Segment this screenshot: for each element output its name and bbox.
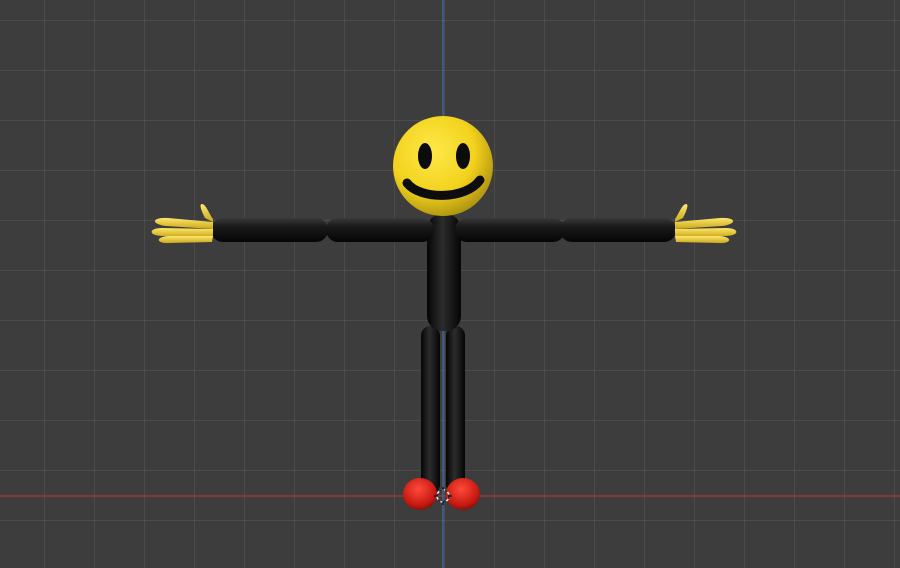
right-hand[interactable] <box>675 204 737 244</box>
right-upper-arm[interactable] <box>455 218 565 242</box>
left-hand[interactable] <box>151 204 213 244</box>
3d-viewport[interactable] <box>0 0 900 568</box>
left-forearm[interactable] <box>211 218 328 242</box>
smiley-face-icon[interactable] <box>393 116 493 216</box>
right-shoe[interactable] <box>446 478 480 510</box>
left-shoe[interactable] <box>403 478 437 510</box>
left-leg[interactable] <box>421 326 440 494</box>
right-eye <box>456 143 470 169</box>
scene <box>0 0 900 568</box>
left-eye <box>418 143 432 169</box>
left-upper-arm[interactable] <box>326 218 434 242</box>
right-forearm[interactable] <box>560 218 676 242</box>
right-leg[interactable] <box>446 326 465 494</box>
